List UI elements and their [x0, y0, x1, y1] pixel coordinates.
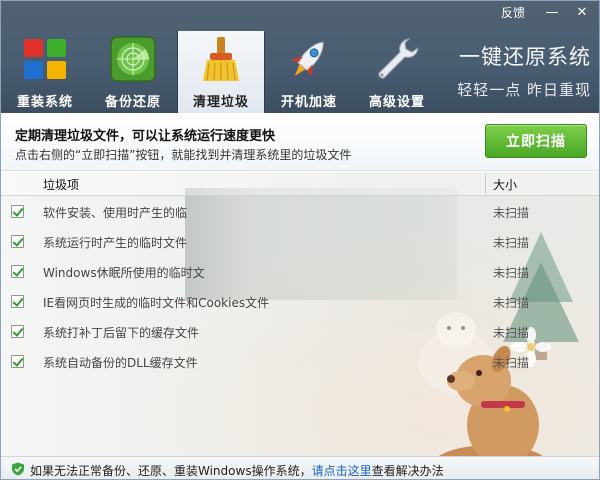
feedback-link[interactable]: 反馈 [501, 4, 525, 21]
item-size: 未扫描 [493, 356, 530, 370]
slogan-main: 一键还原系统 [459, 45, 591, 69]
tab-reinstall-system[interactable]: 重装系统 [1, 31, 89, 113]
info-subtitle: 点击右侧的“立即扫描”按钮，就能找到并清理系统里的垃圾文件 [15, 148, 352, 162]
list-column-header: 垃圾项 大小 [1, 172, 599, 196]
item-size: 未扫描 [493, 266, 530, 280]
item-name: IE看网页时生成的临时文件和Cookies文件 [43, 296, 270, 310]
help-link[interactable]: 请点击这里 [312, 464, 372, 478]
info-bar: 定期清理垃圾文件，可以让系统运行速度更快 点击右侧的“立即扫描”按钮，就能找到并… [1, 113, 599, 171]
item-name: 软件安装、使用时产生的临 [43, 206, 188, 220]
tab-label: 高级设置 [368, 95, 425, 110]
item-size: 未扫描 [493, 326, 530, 340]
tab-label: 重装系统 [16, 95, 73, 110]
close-button[interactable]: ✕ [565, 1, 599, 23]
column-size-header[interactable]: 大小 [493, 176, 517, 193]
tab-advanced-settings[interactable]: 高级设置 [353, 31, 441, 113]
broom-icon [197, 35, 245, 83]
scan-now-button[interactable]: 立即扫描 [485, 124, 587, 158]
item-size: 未扫描 [493, 206, 530, 220]
item-name: 系统运行时产生的临时文件 [43, 236, 188, 250]
column-name-header[interactable]: 垃圾项 [43, 176, 79, 193]
checkbox[interactable] [11, 295, 24, 308]
item-name: 系统自动备份的DLL缓存文件 [43, 356, 198, 370]
footer-text-after: 查看解决办法 [371, 464, 444, 478]
item-size: 未扫描 [493, 236, 530, 250]
shield-check-icon [12, 462, 24, 476]
radar-icon [109, 35, 157, 83]
checkbox[interactable] [11, 205, 24, 218]
status-bar: 如果无法正常备份、还原、重装Windows操作系统，请点击这里查看解决办法 [1, 456, 599, 479]
slogan: 一键还原系统 轻轻一点 昨日重现 [457, 41, 591, 100]
tab-backup-restore[interactable]: 备份还原 [89, 31, 177, 113]
checkbox[interactable] [11, 235, 24, 248]
windows-logo-icon [21, 35, 69, 83]
junk-list: 垃圾项 大小 软件安装、使用时产生的临 未扫描 系统运行时产生的临时文件 未扫描… [1, 172, 599, 456]
column-separator[interactable] [485, 174, 486, 194]
checkbox[interactable] [11, 355, 24, 368]
app-window: 反馈 — ✕ 重装系统 备份还原 清理垃圾 开机加速 高级设置 一键还原系统 轻… [0, 0, 600, 480]
footer-text-before: 如果无法正常备份、还原、重装Windows操作系统， [30, 464, 312, 478]
wrench-icon [373, 35, 421, 83]
item-name: Windows休眠所使用的临时文 [43, 266, 205, 280]
list-item[interactable]: IE看网页时生成的临时文件和Cookies文件 未扫描 [1, 286, 599, 316]
list-item[interactable]: 系统自动备份的DLL缓存文件 未扫描 [1, 346, 599, 376]
list-item[interactable]: 软件安装、使用时产生的临 未扫描 [1, 196, 599, 226]
checkbox[interactable] [11, 325, 24, 338]
minimize-button[interactable]: — [539, 1, 565, 23]
slogan-sub: 轻轻一点 昨日重现 [457, 81, 591, 99]
tab-label: 备份还原 [104, 95, 161, 110]
item-size: 未扫描 [493, 296, 530, 310]
tab-label: 清理垃圾 [192, 95, 249, 110]
list-item[interactable]: 系统打补丁后留下的缓存文件 未扫描 [1, 316, 599, 346]
window-controls: 反馈 — ✕ [501, 1, 599, 23]
list-item[interactable]: 系统运行时产生的临时文件 未扫描 [1, 226, 599, 256]
main-tabs: 重装系统 备份还原 清理垃圾 开机加速 高级设置 [1, 31, 441, 113]
header-bar: 反馈 — ✕ 重装系统 备份还原 清理垃圾 开机加速 高级设置 一键还原系统 轻… [1, 1, 599, 113]
list-item[interactable]: Windows休眠所使用的临时文 未扫描 [1, 256, 599, 286]
rocket-icon [285, 35, 333, 83]
item-name: 系统打补丁后留下的缓存文件 [43, 326, 200, 340]
tab-label: 开机加速 [280, 95, 337, 110]
tab-boot-speedup[interactable]: 开机加速 [265, 31, 353, 113]
info-title: 定期清理垃圾文件，可以让系统运行速度更快 [15, 129, 276, 144]
footer-message: 如果无法正常备份、还原、重装Windows操作系统，请点击这里查看解决办法 [30, 462, 444, 479]
checkbox[interactable] [11, 265, 24, 278]
tab-clean-junk[interactable]: 清理垃圾 [177, 31, 265, 113]
